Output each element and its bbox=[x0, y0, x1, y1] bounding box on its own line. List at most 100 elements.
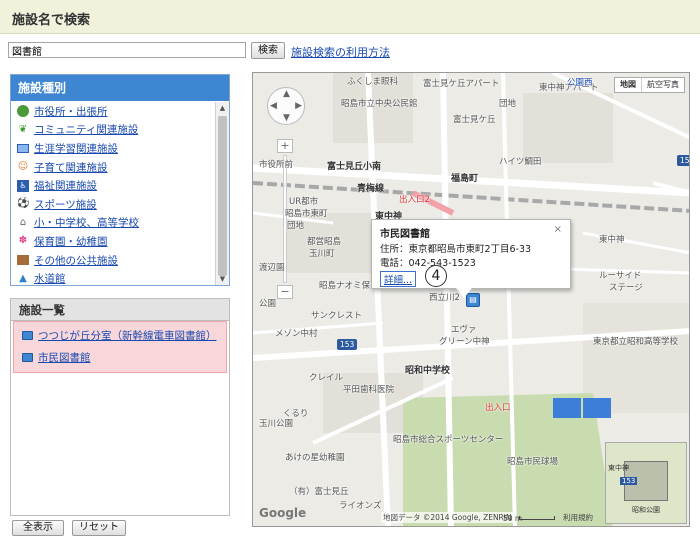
facility-link[interactable]: つつじが丘分室（新幹線電車図書館） bbox=[38, 328, 217, 343]
info-title: 市民図書館 bbox=[380, 229, 430, 240]
map-label: 団地 bbox=[287, 221, 305, 231]
category-label[interactable]: その他の公共施設 bbox=[34, 253, 118, 268]
category-label[interactable]: 子育て関連施設 bbox=[34, 160, 108, 175]
reset-button[interactable]: リセット bbox=[72, 520, 126, 536]
map-label: 福島町 bbox=[451, 174, 479, 184]
map-label: ステージ bbox=[609, 283, 643, 293]
computer-icon bbox=[17, 143, 29, 153]
list-item[interactable]: つつじが丘分室（新幹線電車図書館） bbox=[14, 324, 226, 346]
category-label[interactable]: 福祉関連施設 bbox=[34, 178, 97, 193]
category-scrollbar[interactable]: ▲ ▼ bbox=[215, 102, 229, 285]
category-panel: 施設種別 市役所・出張所 ❦ コミュニティ関連施設 生涯学習関連施設 ☺ 子育て… bbox=[10, 74, 230, 286]
zoom-out-icon[interactable]: − bbox=[277, 285, 293, 299]
category-label[interactable]: 生涯学習関連施設 bbox=[34, 141, 118, 156]
pan-up-icon[interactable]: ▲ bbox=[283, 89, 290, 99]
map-label: 昭島市東町 bbox=[285, 209, 328, 219]
map-label: ハイツ鯛田 bbox=[499, 157, 542, 167]
info-window: × 市民図書館 住所：東京都昭島市東町2丁目6-33 電話：042-543-15… bbox=[371, 219, 571, 298]
map-label: 玉川公園 bbox=[259, 419, 294, 429]
category-item-sports[interactable]: ⚽ スポーツ施設 bbox=[11, 195, 214, 214]
category-item-schools[interactable]: ⌂ 小・中学校、高等学校 bbox=[11, 214, 214, 233]
map-credit: 地図データ ©2014 Google, ZENRIN bbox=[381, 512, 514, 523]
category-label[interactable]: コミュニティ関連施設 bbox=[34, 122, 138, 137]
close-icon[interactable]: × bbox=[554, 224, 562, 235]
map-type-map[interactable]: 地図 bbox=[615, 78, 641, 92]
map-label: ライオンズ bbox=[339, 501, 382, 511]
search-input[interactable] bbox=[8, 42, 246, 58]
category-item-city-hall[interactable]: 市役所・出張所 bbox=[11, 102, 214, 121]
map-label: 昭島ナオミ保育 bbox=[319, 281, 379, 291]
facility-list-heading: 施設一覧 bbox=[11, 299, 229, 321]
pan-down-icon[interactable]: ▼ bbox=[283, 113, 290, 123]
terms-link[interactable]: 利用規約 bbox=[563, 512, 593, 523]
category-item-community[interactable]: ❦ コミュニティ関連施設 bbox=[11, 121, 214, 140]
child-icon: ☺ bbox=[17, 161, 29, 173]
sprout-icon: ❦ bbox=[18, 123, 28, 135]
map-label: ふくしま眼科 bbox=[347, 77, 399, 87]
route-shield: 153 bbox=[677, 155, 689, 166]
map-label: 団地 bbox=[499, 99, 517, 109]
category-label[interactable]: 市役所・出張所 bbox=[34, 104, 108, 119]
map-label: あけの星幼稚園 bbox=[285, 453, 345, 463]
help-link[interactable]: 施設検索の利用方法 bbox=[291, 44, 390, 60]
map-label: 富士見ケ丘 bbox=[453, 115, 496, 125]
callout-number: 4 bbox=[425, 265, 447, 287]
page-title: 施設名で検索 bbox=[12, 13, 91, 28]
map-label: サンクレスト bbox=[311, 311, 363, 321]
pan-right-icon[interactable]: ▶ bbox=[295, 101, 302, 111]
route-shield: 153 bbox=[337, 339, 358, 350]
map-label: 公園西 bbox=[567, 78, 593, 88]
overview-route: 153 bbox=[620, 477, 638, 485]
category-item-lifelong-learning[interactable]: 生涯学習関連施設 bbox=[11, 139, 214, 158]
pan-control[interactable]: ▲ ▼ ◀ ▶ bbox=[267, 87, 305, 125]
map-label: エヴァ bbox=[451, 325, 477, 335]
map-label: 市役所前 bbox=[259, 160, 294, 170]
map-view[interactable]: 地図 航空写真 ▲ ▼ ◀ ▶ + − ふくしま眼科 富士見ケ丘アパート 東中神… bbox=[252, 72, 690, 527]
facility-link[interactable]: 市民図書館 bbox=[38, 350, 91, 365]
scroll-thumb[interactable] bbox=[218, 116, 227, 276]
map-label: 公園 bbox=[259, 299, 277, 309]
map-label: グリーン中神 bbox=[439, 337, 490, 347]
list-item[interactable]: 市民図書館 bbox=[14, 346, 226, 368]
map-label: 渡辺園 bbox=[259, 263, 285, 273]
map-label: 昭島市民球場 bbox=[507, 457, 559, 467]
category-item-public-facilities[interactable]: その他の公共施設 bbox=[11, 251, 214, 270]
overview-label: 東中神 bbox=[608, 464, 629, 472]
book-icon bbox=[22, 352, 33, 362]
pan-left-icon[interactable]: ◀ bbox=[270, 101, 277, 111]
zoom-in-icon[interactable]: + bbox=[277, 139, 293, 153]
map-type-toggle[interactable]: 地図 航空写真 bbox=[614, 77, 685, 93]
category-item-childcare[interactable]: ☺ 子育て関連施設 bbox=[11, 158, 214, 177]
info-phone: 電話：042-543-1523 bbox=[380, 258, 476, 269]
map-label: UR都市 bbox=[289, 197, 319, 207]
school-icon: ⌂ bbox=[19, 216, 27, 228]
detail-link[interactable]: 詳細... bbox=[380, 271, 417, 287]
category-item-welfare[interactable]: ♿ 福祉関連施設 bbox=[11, 176, 214, 195]
show-all-button[interactable]: 全表示 bbox=[12, 520, 64, 536]
map-label: 出入口2 bbox=[399, 195, 430, 205]
flower-icon: ✽ bbox=[18, 235, 28, 247]
map-label: 青梅線 bbox=[357, 184, 385, 194]
map-label: 玉川町 bbox=[309, 249, 335, 259]
tree-icon bbox=[17, 105, 29, 118]
map-label: 都営昭島 bbox=[307, 237, 342, 247]
map-type-satellite[interactable]: 航空写真 bbox=[641, 78, 684, 92]
scroll-down-icon[interactable]: ▼ bbox=[216, 273, 229, 285]
category-label[interactable]: 保育園・幼稚園 bbox=[34, 234, 108, 249]
overview-label: 昭和公園 bbox=[632, 506, 660, 514]
category-label[interactable]: 水道館 bbox=[34, 271, 66, 285]
map-label: 平田歯科医院 bbox=[343, 385, 395, 395]
scroll-up-icon[interactable]: ▲ bbox=[216, 102, 229, 114]
map-label: ルーサイド bbox=[599, 271, 642, 281]
category-heading: 施設種別 bbox=[11, 75, 229, 101]
map-label: メゾン中村 bbox=[275, 329, 318, 339]
category-label[interactable]: 小・中学校、高等学校 bbox=[34, 215, 139, 230]
facility-list: つつじが丘分室（新幹線電車図書館） 市民図書館 bbox=[13, 321, 227, 373]
category-label[interactable]: スポーツ施設 bbox=[34, 197, 97, 212]
map-label: 昭島市立中央公民館 bbox=[341, 99, 418, 109]
search-button[interactable]: 検索 bbox=[251, 42, 285, 59]
category-item-nursery[interactable]: ✽ 保育園・幼稚園 bbox=[11, 232, 214, 251]
overview-map[interactable]: 東中神 昭和公園 153 bbox=[605, 442, 687, 524]
category-item-water[interactable]: ▲ 水道館 bbox=[11, 269, 214, 285]
info-address: 住所：東京都昭島市東町2丁目6-33 bbox=[380, 244, 532, 255]
